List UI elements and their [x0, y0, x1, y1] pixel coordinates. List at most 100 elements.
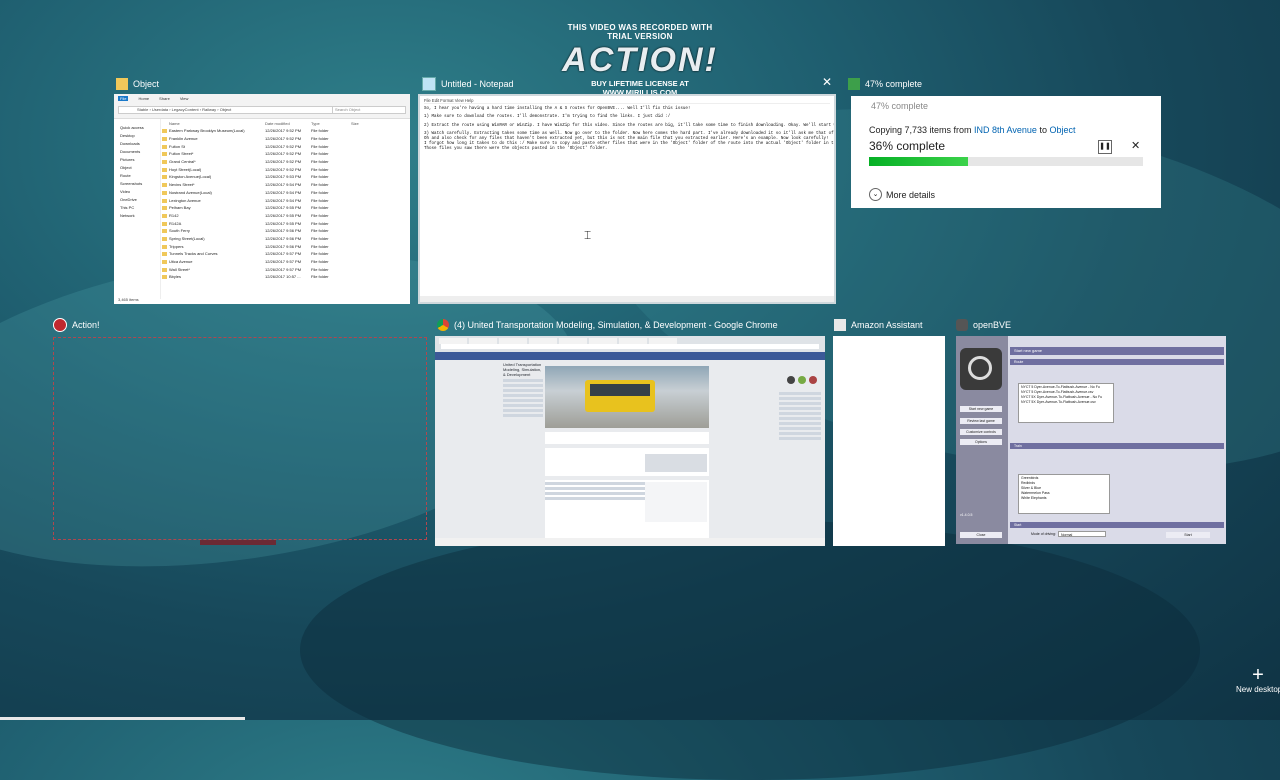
copy-source-link[interactable]: IND 8th Avenue	[974, 125, 1037, 135]
file-row[interactable]: R142 12/26/2017 9:55 PM File folder	[161, 212, 410, 220]
file-row[interactable]: Utica Avenue 12/26/2017 9:57 PM File folde…	[161, 258, 410, 266]
file-row[interactable]: Wall Street* 12/26/2017 9:57 PM File folde…	[161, 265, 410, 273]
window-title-explorer[interactable]: Object	[116, 77, 406, 91]
pause-icon[interactable]: ❚❚	[1098, 140, 1112, 154]
explorer-search-input[interactable]: Search Object	[332, 107, 405, 113]
file-row[interactable]: Grand Central* 12/26/2017 9:52 PM File fol…	[161, 158, 410, 166]
file-row[interactable]: Hoyt Street(Local) 12/26/2017 9:52 PM File…	[161, 165, 410, 173]
browser-tab[interactable]	[589, 338, 617, 344]
file-row[interactable]: Nevins Street* 12/26/2017 9:54 PM File fol…	[161, 181, 410, 189]
browser-tab[interactable]	[499, 338, 527, 344]
window-title-notepad[interactable]: Untitled - Notepad	[422, 77, 822, 91]
nav-item[interactable]: Network	[114, 213, 160, 221]
file-row[interactable]: South Ferry 12/26/2017 9:56 PM File folder	[161, 227, 410, 235]
start-button[interactable]: Start	[1166, 532, 1210, 538]
nav-item[interactable]: Video	[114, 189, 160, 197]
copy-destination-link[interactable]: Object	[1049, 125, 1075, 135]
file-row[interactable]: Pelham Bay 12/26/2017 9:55 PM File folder	[161, 204, 410, 212]
browser-tab[interactable]	[469, 338, 497, 344]
file-row[interactable]: Spring Street(Local) 12/26/2017 9:56 PM Fi…	[161, 235, 410, 243]
nav-item[interactable]: Documents	[114, 149, 160, 157]
mode-select[interactable]: Normal	[1058, 531, 1106, 537]
contact-avatar[interactable]	[787, 376, 795, 384]
notepad-thumbnail[interactable]: File Edit Format View Help So, I hear yo…	[418, 94, 836, 304]
explorer-address-bar[interactable]: Stable › Userdata › LegacyContent › Rail…	[137, 107, 231, 113]
copy-percent: 36% complete	[869, 139, 946, 153]
explorer-thumbnail[interactable]: File Home Share View Stable › Userdata ›…	[114, 94, 410, 304]
train-list[interactable]: Greenbirds Redbirds Silver & Blue Waterr…	[1018, 474, 1110, 514]
explorer-tab[interactable]: View	[180, 96, 189, 101]
contact-avatar[interactable]	[809, 376, 817, 384]
file-row[interactable]: R142A 12/26/2017 9:55 PM File folder	[161, 219, 410, 227]
new-desktop-button[interactable]: + New desktop	[1236, 665, 1280, 694]
nav-item[interactable]: Downloads	[114, 141, 160, 149]
close-window-icon[interactable]: ✕	[822, 75, 832, 89]
nav-item[interactable]: Route	[114, 173, 160, 181]
browser-tab[interactable]	[649, 338, 677, 344]
route-item[interactable]: NYCT 5X Dyer-Avenue-To-Flatbush-Avenue.c…	[1021, 400, 1111, 405]
nav-item[interactable]: This PC	[114, 205, 160, 213]
explorer-tab[interactable]: Share	[159, 96, 170, 101]
window-title-action[interactable]: Action!	[53, 318, 413, 332]
explorer-tab[interactable]: Home	[138, 96, 149, 101]
file-row[interactable]: Bbyles 12/26/2017 10:57 ... File folder	[161, 273, 410, 281]
file-row[interactable]: Lexington Avenue 12/26/2017 9:54 PM File f…	[161, 196, 410, 204]
nav-item[interactable]: Desktop	[114, 133, 160, 141]
nav-item[interactable]: Pictures	[114, 157, 160, 165]
nav-item[interactable]: Object	[114, 165, 160, 173]
route-list[interactable]: NYCT 5 Dyer-Avenue-To-Flatbush-Avenue - …	[1018, 383, 1114, 423]
notepad-line: 1) Make sure to download the routes. I'l…	[424, 115, 671, 120]
file-row[interactable]: Tunnels Tracks and Curves 12/26/2017 9:57…	[161, 250, 410, 258]
window-title-amazon[interactable]: Amazon Assistant	[834, 318, 944, 332]
column-header[interactable]: Size	[351, 121, 359, 126]
column-header[interactable]: Name	[161, 121, 265, 126]
action-recording-area[interactable]	[53, 337, 427, 540]
browser-tab[interactable]	[619, 338, 647, 344]
group-name: United Transportation Modeling, Simulati…	[503, 362, 542, 377]
copy-progress-dialog[interactable]: 47% complete Copying 7,733 items from IN…	[851, 96, 1161, 208]
column-header[interactable]: Date modified	[265, 121, 311, 126]
window-title-copy[interactable]: 47% complete	[848, 77, 1148, 91]
file-name: Hoyt Street(Local)	[161, 167, 265, 172]
action-control-bar[interactable]	[200, 540, 276, 545]
file-date: 12/26/2017 10:57 ...	[265, 274, 301, 280]
file-row[interactable]: Fulton St 12/26/2017 9:52 PM File folder	[161, 142, 410, 150]
column-header[interactable]: Type	[311, 121, 351, 126]
amazon-assistant-thumbnail[interactable]	[833, 336, 945, 546]
notepad-scrollbar[interactable]	[420, 296, 834, 302]
file-name: Grand Central*	[161, 159, 265, 165]
file-row[interactable]: Franklin Avenue 12/26/2017 9:52 PM File fo…	[161, 135, 410, 143]
file-row[interactable]: Eastern Parkway Brooklyn Museum(Local) 12…	[161, 127, 410, 135]
notepad-menu[interactable]: File Edit Format View Help	[424, 98, 830, 105]
address-bar[interactable]	[441, 344, 819, 349]
browser-tab[interactable]	[529, 338, 557, 344]
contact-avatar[interactable]	[798, 376, 806, 384]
review-last-game-button[interactable]: Review last game	[960, 418, 1002, 424]
nav-item[interactable]: OneDrive	[114, 197, 160, 205]
browser-tab[interactable]	[439, 338, 467, 344]
start-new-game-button[interactable]: Start new game	[960, 406, 1002, 412]
openbve-version: v1.4.0.5	[960, 513, 973, 517]
file-row[interactable]: Fulton Street* 12/26/2017 9:52 PM File fol…	[161, 150, 410, 158]
plus-icon: +	[1252, 664, 1264, 686]
nav-item[interactable]: Screenshots	[114, 181, 160, 189]
file-row[interactable]: Trippers 12/26/2017 9:56 PM File folder	[161, 242, 410, 250]
chrome-thumbnail[interactable]: United Transportation Modeling, Simulati…	[435, 336, 825, 546]
explorer-ribbon: File Home Share View Stable › Userdata ›…	[114, 94, 410, 119]
browser-tab[interactable]	[559, 338, 587, 344]
file-date: 12/26/2017 9:52 PM	[265, 151, 302, 157]
file-row[interactable]: Kingston Avenue(Local) 12/26/2017 9:53 PM…	[161, 173, 410, 181]
nav-item[interactable]: Quick access	[114, 125, 160, 133]
window-title-chrome[interactable]: (4) United Transportation Modeling, Simu…	[437, 318, 827, 332]
explorer-tab[interactable]: File	[118, 96, 129, 101]
customize-controls-button[interactable]: Customize controls	[960, 429, 1002, 435]
options-button[interactable]: Options	[960, 439, 1002, 445]
more-details-button[interactable]: ⌄ More details	[869, 188, 935, 201]
window-title-openbve[interactable]: openBVE	[956, 318, 1226, 332]
cancel-copy-icon[interactable]: ✕	[1131, 139, 1140, 152]
openbve-thumbnail[interactable]: Start new game Review last game Customiz…	[956, 336, 1226, 544]
close-button[interactable]: Close	[960, 532, 1002, 538]
train-item[interactable]: White Elephants	[1021, 496, 1107, 501]
file-row[interactable]: Nostrand Avenue(Local) 12/26/2017 9:54 PM…	[161, 189, 410, 197]
copy-mid: to	[1036, 125, 1050, 135]
